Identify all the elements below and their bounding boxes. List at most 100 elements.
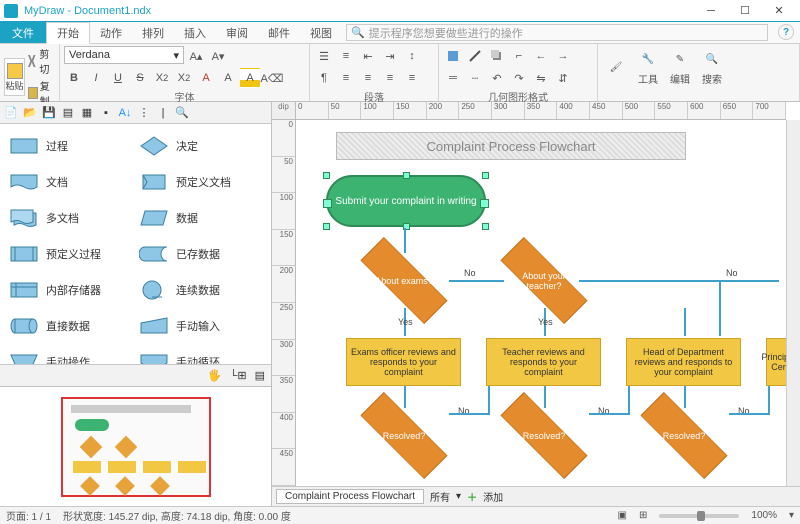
rotate-left-icon[interactable]: ↶	[487, 68, 507, 88]
superscript-button[interactable]: X2	[174, 68, 194, 88]
outdent-button[interactable]: ⇤	[358, 46, 378, 66]
bold-button[interactable]: B	[64, 68, 84, 88]
search-button[interactable]: 🔍搜索	[698, 49, 726, 86]
line-spacing-button[interactable]: ↕	[402, 46, 422, 66]
shapes-panel[interactable]: 过程决定文档预定义文档多文档数据预定义过程已存数据内部存储器连续数据直接数据手动…	[0, 124, 271, 364]
structure-icon[interactable]: └⊞	[230, 369, 247, 382]
chevron-down-icon[interactable]: ▾	[456, 491, 461, 502]
tab-arrange[interactable]: 排列	[132, 22, 174, 43]
shape-item[interactable]: 多文档	[2, 200, 132, 236]
doc-tab-1[interactable]: Complaint Process Flowchart	[276, 489, 424, 504]
tab-home[interactable]: 开始	[46, 22, 90, 44]
shape-item[interactable]: 手动操作	[2, 344, 132, 364]
format-painter-button[interactable]: 🖌	[602, 56, 630, 78]
shapes-list-icon[interactable]: ▤	[60, 105, 76, 121]
file-menu[interactable]: 文件	[0, 22, 46, 43]
line-button[interactable]	[465, 46, 485, 66]
zoom-dropdown-icon[interactable]: ▾	[789, 510, 794, 521]
shape-item[interactable]: 直接数据	[2, 308, 132, 344]
shapes-sort-icon[interactable]: A↓	[117, 105, 133, 121]
new-stencil-icon[interactable]: 📄	[3, 105, 19, 121]
properties-icon[interactable]: ▤	[255, 369, 265, 382]
decision-exams[interactable]: About exams?	[359, 253, 449, 308]
save-stencil-icon[interactable]: 💾	[41, 105, 57, 121]
shapes-small-icon[interactable]: ▪	[98, 105, 114, 121]
align-left-button[interactable]: ≡	[336, 68, 356, 88]
zoom-slider[interactable]	[659, 514, 739, 518]
font-size-dec[interactable]: A▾	[208, 46, 228, 66]
help-icon[interactable]: ?	[778, 24, 794, 40]
rotate-right-icon[interactable]: ↷	[509, 68, 529, 88]
font-family-select[interactable]: Verdana▾	[64, 46, 184, 64]
open-stencil-icon[interactable]: 📂	[22, 105, 38, 121]
shapes-grid-icon[interactable]: ▦	[79, 105, 95, 121]
minimize-button[interactable]: ─	[694, 0, 728, 22]
shape-item[interactable]: 过程	[2, 128, 132, 164]
process-principal[interactable]: Principal/Teacher Centre r con	[766, 338, 786, 386]
font-size-inc[interactable]: A▴	[186, 46, 206, 66]
resolved-2[interactable]: Resolved?	[499, 408, 589, 463]
subscript-button[interactable]: X2	[152, 68, 172, 88]
highlight-button[interactable]: A	[240, 68, 260, 88]
tab-view[interactable]: 视图	[300, 22, 342, 43]
shape-item[interactable]: 手动输入	[132, 308, 262, 344]
shape-item[interactable]: 已存数据	[132, 236, 262, 272]
pan-preview-icon[interactable]: 🖐	[208, 369, 222, 382]
decision-teacher[interactable]: About your teacher?	[499, 253, 589, 308]
process-teacher[interactable]: Teacher reviews and responds to your com…	[486, 338, 601, 386]
corner-button[interactable]: ⌐	[509, 46, 529, 66]
align-center-button[interactable]: ≡	[358, 68, 378, 88]
strike-button[interactable]: S	[130, 68, 150, 88]
tab-insert[interactable]: 插入	[174, 22, 216, 43]
resolved-3[interactable]: Resolved?	[639, 408, 729, 463]
clear-format-button[interactable]: A⌫	[262, 68, 282, 88]
shapes-filter-icon[interactable]: ⋮	[136, 105, 152, 121]
italic-button[interactable]: I	[86, 68, 106, 88]
flowchart-title[interactable]: Complaint Process Flowchart	[336, 132, 686, 160]
maximize-button[interactable]: ☐	[728, 0, 762, 22]
vertical-scrollbar[interactable]	[786, 120, 800, 486]
arrow-end-button[interactable]: →	[553, 46, 573, 66]
shape-item[interactable]: 文档	[2, 164, 132, 200]
numbering-button[interactable]: ≡	[336, 46, 356, 66]
zoom-slider-knob[interactable]	[697, 511, 705, 521]
zoom-out-button[interactable]: ▣	[618, 510, 627, 521]
align-justify-button[interactable]: ≡	[402, 68, 422, 88]
font-outline-button[interactable]: A	[218, 68, 238, 88]
align-right-button[interactable]: ≡	[380, 68, 400, 88]
shapes-search-icon[interactable]: 🔍	[174, 105, 190, 121]
tab-mail[interactable]: 邮件	[258, 22, 300, 43]
tabs-all[interactable]: 所有	[430, 489, 450, 504]
tools-button[interactable]: 🔧工具	[634, 49, 662, 86]
edit-button[interactable]: ✎编辑	[666, 49, 694, 86]
tab-action[interactable]: 动作	[90, 22, 132, 43]
bullets-button[interactable]: ☰	[314, 46, 334, 66]
cut-button[interactable]: 剪切	[28, 46, 55, 76]
shape-item[interactable]: 手动循环	[132, 344, 262, 364]
arrow-start-button[interactable]: ←	[531, 46, 551, 66]
shape-item[interactable]: 预定义文档	[132, 164, 262, 200]
page-thumbnail[interactable]	[0, 386, 271, 506]
process-exams[interactable]: Exams officer reviews and responds to yo…	[346, 338, 461, 386]
drawing-canvas[interactable]: Complaint Process Flowchart Submit your …	[296, 120, 786, 486]
zoom-fit-button[interactable]: ⊞	[639, 510, 647, 521]
add-tab-label[interactable]: 添加	[483, 489, 503, 504]
line-dash-button[interactable]: ┄	[465, 68, 485, 88]
underline-button[interactable]: U	[108, 68, 128, 88]
shape-item[interactable]: 内部存储器	[2, 272, 132, 308]
shape-item[interactable]: 决定	[132, 128, 262, 164]
paste-button[interactable]: 粘贴	[4, 58, 25, 96]
indent-button[interactable]: ⇥	[380, 46, 400, 66]
fill-button[interactable]	[443, 46, 463, 66]
flip-v-icon[interactable]: ⇵	[553, 68, 573, 88]
line-style-button[interactable]: ═	[443, 68, 463, 88]
shadow-button[interactable]	[487, 46, 507, 66]
process-head[interactable]: Head of Department reviews and responds …	[626, 338, 741, 386]
tell-me-search[interactable]: 🔍 提示程序您想要做些进行的操作	[346, 24, 768, 41]
shape-item[interactable]: 预定义过程	[2, 236, 132, 272]
add-tab-icon[interactable]: ＋	[467, 489, 477, 504]
paragraph-mark-button[interactable]: ¶	[314, 68, 334, 88]
start-shape[interactable]: Submit your complaint in writing	[326, 175, 486, 227]
close-button[interactable]: ✕	[762, 0, 796, 22]
tab-review[interactable]: 审阅	[216, 22, 258, 43]
